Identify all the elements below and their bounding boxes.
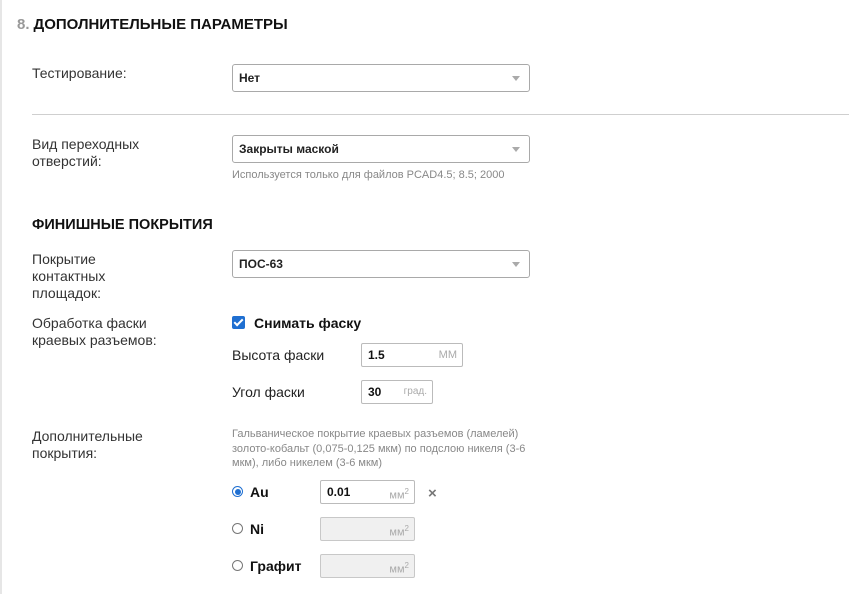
bevel-height-unit: ММ	[438, 349, 457, 361]
radio-graphite[interactable]	[232, 560, 243, 571]
pads-label-line2: контактных	[32, 268, 106, 284]
au-input[interactable]: 0.01 мм2	[320, 480, 415, 504]
section-title-text: ДОПОЛНИТЕЛЬНЫЕ ПАРАМЕТРЫ	[33, 16, 288, 33]
chevron-down-icon	[512, 76, 520, 81]
extra-label: Дополнительные покрытия:	[32, 428, 143, 462]
bevel-angle-value: 30	[368, 385, 382, 399]
bevel-height-value: 1.5	[368, 348, 385, 362]
bevel-label-line2: краевых разъемов:	[32, 332, 157, 348]
testing-select-value: Нет	[239, 71, 261, 85]
ni-unit-text: мм	[389, 526, 405, 539]
extra-hint-line2: золото-кобальт (0,075-0,125 мкм) по подс…	[232, 442, 526, 455]
bevel-angle-input[interactable]: 30 град.	[361, 380, 433, 404]
divider	[32, 114, 849, 115]
au-unit-sup: 2	[404, 487, 409, 496]
radio-ni-label[interactable]: Ni	[250, 521, 264, 537]
vias-label-line1: Вид переходных	[32, 136, 140, 152]
close-icon[interactable]: ×	[428, 485, 437, 502]
graphite-input[interactable]: мм2	[320, 554, 415, 578]
radio-au-label[interactable]: Au	[250, 484, 269, 500]
au-unit-text: мм	[389, 489, 405, 502]
testing-select[interactable]: Нет	[232, 64, 530, 92]
testing-label: Тестирование:	[32, 65, 127, 81]
extra-hint: Гальваническое покрытие краевых разъемов…	[232, 427, 525, 471]
extra-label-line2: покрытия:	[32, 445, 98, 461]
pads-label: Покрытие контактных площадок:	[32, 251, 105, 302]
vias-hint: Используется только для файлов PCAD4.5; …	[232, 169, 505, 181]
extra-label-line1: Дополнительные	[32, 428, 143, 444]
ni-unit-sup: 2	[404, 524, 409, 533]
ni-unit: мм2	[389, 518, 409, 544]
pads-label-line3: площадок:	[32, 285, 101, 301]
bevel-height-label: Высота фаски	[232, 347, 325, 363]
pads-select-value: ПОС-63	[239, 257, 283, 271]
bevel-checkbox-label[interactable]: Снимать фаску	[254, 315, 361, 331]
graphite-unit: мм2	[389, 555, 409, 581]
vias-select-value: Закрыты маской	[239, 142, 339, 156]
bevel-angle-label: Угол фаски	[232, 384, 305, 400]
section-title: 8. ДОПОЛНИТЕЛЬНЫЕ ПАРАМЕТРЫ	[17, 16, 288, 33]
radio-graphite-label[interactable]: Графит	[250, 558, 301, 574]
chevron-down-icon	[512, 147, 520, 152]
ni-input[interactable]: мм2	[320, 517, 415, 541]
graphite-unit-text: мм	[389, 563, 405, 576]
au-value: 0.01	[327, 485, 351, 499]
vias-select[interactable]: Закрыты маской	[232, 135, 530, 163]
bevel-checkbox[interactable]	[232, 316, 245, 329]
chevron-down-icon	[512, 262, 520, 267]
finish-title: ФИНИШНЫЕ ПОКРЫТИЯ	[32, 217, 213, 233]
vias-label: Вид переходных отверстий:	[32, 136, 139, 170]
bevel-label-line1: Обработка фаски	[32, 315, 147, 331]
pads-select[interactable]: ПОС-63	[232, 250, 530, 278]
bevel-height-input[interactable]: 1.5 ММ	[361, 343, 463, 367]
pads-label-line1: Покрытие	[32, 251, 96, 267]
extra-hint-line3: мкм), либо никелем (3-6 мкм)	[232, 457, 383, 469]
au-unit: мм2	[389, 481, 409, 507]
left-border	[0, 0, 2, 594]
radio-ni[interactable]	[232, 523, 243, 534]
section-number: 8.	[17, 16, 30, 33]
extra-hint-line1: Гальваническое покрытие краевых разъемов…	[232, 428, 519, 440]
radio-au[interactable]	[232, 486, 243, 497]
bevel-angle-unit: град.	[403, 386, 427, 397]
graphite-unit-sup: 2	[404, 561, 409, 570]
vias-label-line2: отверстий:	[32, 153, 102, 169]
bevel-label: Обработка фаски краевых разъемов:	[32, 315, 157, 349]
